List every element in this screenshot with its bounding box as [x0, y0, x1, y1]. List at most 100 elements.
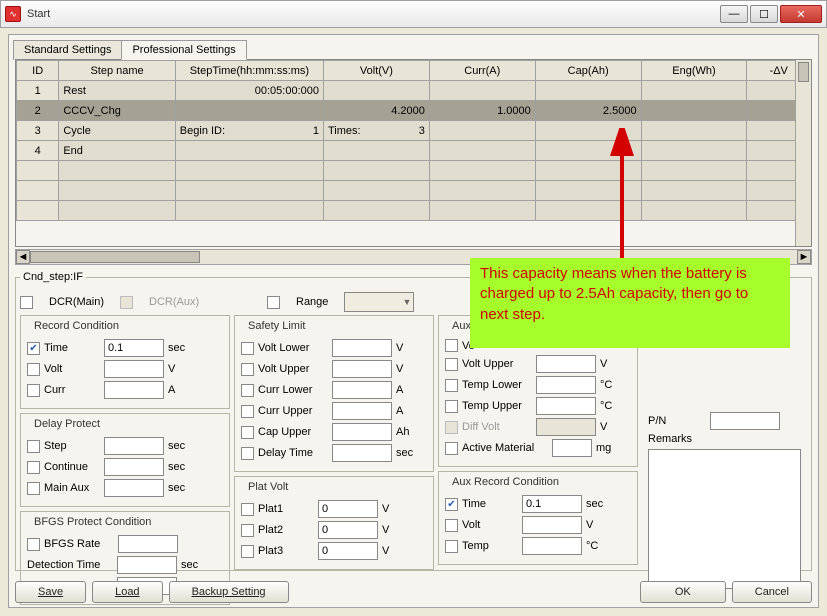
- range-checkbox[interactable]: [267, 296, 280, 309]
- col-steptime[interactable]: StepTime(hh:mm:ss:ms): [175, 61, 323, 81]
- step-grid[interactable]: ID Step name StepTime(hh:mm:ss:ms) Volt(…: [15, 59, 812, 247]
- aux-time-checkbox[interactable]: [445, 498, 458, 511]
- curr-lower-input[interactable]: [332, 381, 392, 399]
- delay-protect-group: Delay Protect Stepsec Continuesec Main A…: [20, 413, 230, 507]
- tab-professional-settings[interactable]: Professional Settings: [121, 40, 246, 60]
- tab-standard-settings[interactable]: Standard Settings: [13, 40, 122, 60]
- time-input[interactable]: [104, 339, 164, 357]
- grid-row-empty[interactable]: [17, 201, 811, 221]
- curr-upper-checkbox[interactable]: [241, 405, 254, 418]
- temp-upper-input[interactable]: [536, 397, 596, 415]
- plat2-checkbox[interactable]: [241, 524, 254, 537]
- aux-volt-upper-checkbox[interactable]: [445, 358, 458, 371]
- cap-upper-input[interactable]: [332, 423, 392, 441]
- plat-volt-group: Plat Volt Plat1V Plat2V Plat3V: [234, 476, 434, 570]
- delay-time-input[interactable]: [332, 444, 392, 462]
- grid-vscroll[interactable]: [795, 60, 811, 246]
- plat3-input[interactable]: [318, 542, 378, 560]
- volt-upper-input[interactable]: [332, 360, 392, 378]
- ok-button[interactable]: OK: [640, 581, 726, 603]
- temp-upper-checkbox[interactable]: [445, 400, 458, 413]
- step-checkbox[interactable]: [27, 440, 40, 453]
- cap-upper-checkbox[interactable]: [241, 426, 254, 439]
- temp-lower-input[interactable]: [536, 376, 596, 394]
- grid-row-selected[interactable]: 2 CCCV_Chg 4.2000 1.0000 2.5000: [17, 101, 811, 121]
- plat1-checkbox[interactable]: [241, 503, 254, 516]
- cnd-step-legend: Cnd_step:IF: [20, 271, 86, 283]
- hscroll-left-icon[interactable]: ◄: [16, 250, 30, 264]
- pn-input[interactable]: [710, 412, 780, 430]
- plat1-input[interactable]: [318, 500, 378, 518]
- hscroll-thumb[interactable]: [30, 251, 200, 263]
- plat3-checkbox[interactable]: [241, 545, 254, 558]
- volt-lower-input[interactable]: [332, 339, 392, 357]
- aux-vo-checkbox[interactable]: [445, 339, 458, 352]
- plat2-input[interactable]: [318, 521, 378, 539]
- delay-time-checkbox[interactable]: [241, 447, 254, 460]
- minimize-button[interactable]: —: [720, 5, 748, 23]
- continue-checkbox[interactable]: [27, 461, 40, 474]
- col-stepname[interactable]: Step name: [59, 61, 175, 81]
- active-material-input[interactable]: [552, 439, 592, 457]
- volt-checkbox[interactable]: [27, 363, 40, 376]
- curr-input[interactable]: [104, 381, 164, 399]
- dcr-main-checkbox[interactable]: [20, 296, 33, 309]
- col-volt[interactable]: Volt(V): [324, 61, 430, 81]
- volt-lower-checkbox[interactable]: [241, 342, 254, 355]
- load-button[interactable]: Load: [92, 581, 162, 603]
- maximize-button[interactable]: ☐: [750, 5, 778, 23]
- aux-time-input[interactable]: [522, 495, 582, 513]
- aux-volt-input[interactable]: [522, 516, 582, 534]
- continue-input[interactable]: [104, 458, 164, 476]
- remarks-textarea[interactable]: [648, 449, 801, 589]
- time-checkbox[interactable]: [27, 342, 40, 355]
- grid-row[interactable]: 3 Cycle Begin ID:1 Times:3: [17, 121, 811, 141]
- grid-row[interactable]: 1 Rest 00:05:00:000: [17, 81, 811, 101]
- cap-cell[interactable]: 2.5000: [535, 101, 641, 121]
- annotation-arrow-icon: [592, 128, 652, 268]
- grid-header-row: ID Step name StepTime(hh:mm:ss:ms) Volt(…: [17, 61, 811, 81]
- grid-row-empty[interactable]: [17, 181, 811, 201]
- volt-upper-checkbox[interactable]: [241, 363, 254, 376]
- app-icon: ∿: [5, 6, 21, 22]
- detect-input[interactable]: [117, 556, 177, 574]
- col-curr[interactable]: Curr(A): [429, 61, 535, 81]
- aux-temp-checkbox[interactable]: [445, 540, 458, 553]
- aux-record-group: Aux Record Condition Timesec VoltV Temp°…: [438, 471, 638, 565]
- curr-upper-input[interactable]: [332, 402, 392, 420]
- backup-setting-button[interactable]: Backup Setting: [169, 581, 289, 603]
- col-id[interactable]: ID: [17, 61, 59, 81]
- close-button[interactable]: ✕: [780, 5, 822, 23]
- mainaux-input[interactable]: [104, 479, 164, 497]
- temp-lower-checkbox[interactable]: [445, 379, 458, 392]
- range-select[interactable]: ▼: [344, 292, 414, 312]
- mainaux-checkbox[interactable]: [27, 482, 40, 495]
- hscroll-right-icon[interactable]: ►: [797, 250, 811, 264]
- col-cap[interactable]: Cap(Ah): [535, 61, 641, 81]
- tab-strip: Standard Settings Professional Settings: [9, 39, 818, 59]
- col-eng[interactable]: Eng(Wh): [641, 61, 747, 81]
- aux-volt-checkbox[interactable]: [445, 519, 458, 532]
- active-material-checkbox[interactable]: [445, 442, 458, 455]
- bfgs-rate-input[interactable]: [118, 535, 178, 553]
- curr-checkbox[interactable]: [27, 384, 40, 397]
- annotation-callout: This capacity means when the battery is …: [470, 258, 790, 348]
- bottom-toolbar: Save Load Backup Setting OK Cancel: [9, 581, 818, 603]
- cancel-button[interactable]: Cancel: [732, 581, 812, 603]
- titlebar: ∿ Start — ☐ ✕: [0, 0, 827, 28]
- diff-volt-input: [536, 418, 596, 436]
- aux-temp-input[interactable]: [522, 537, 582, 555]
- chevron-down-icon: ▼: [403, 297, 412, 307]
- volt-input[interactable]: [104, 360, 164, 378]
- grid-row-empty[interactable]: [17, 161, 811, 181]
- step-input[interactable]: [104, 437, 164, 455]
- vscroll-thumb[interactable]: [798, 62, 809, 82]
- bfgs-rate-checkbox[interactable]: [27, 538, 40, 551]
- aux-volt-upper-input[interactable]: [536, 355, 596, 373]
- grid-row[interactable]: 4 End: [17, 141, 811, 161]
- curr-lower-checkbox[interactable]: [241, 384, 254, 397]
- dcr-aux-checkbox: [120, 296, 133, 309]
- save-button[interactable]: Save: [15, 581, 86, 603]
- diff-volt-checkbox: [445, 421, 458, 434]
- window-title: Start: [27, 8, 720, 20]
